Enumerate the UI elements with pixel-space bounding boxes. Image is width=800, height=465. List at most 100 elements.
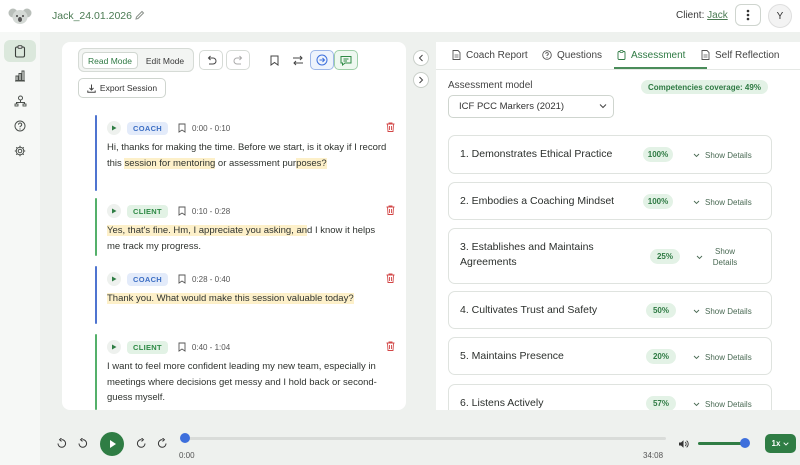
highlighted-text[interactable]: Yes, that's fine. Hm, I appreciate you a…	[107, 225, 308, 236]
show-details-label: Show Details	[705, 353, 752, 362]
highlighted-text[interactable]: session for mentoring	[124, 157, 216, 169]
show-details-label: Show Details	[705, 198, 752, 207]
chevron-down-icon	[696, 255, 703, 259]
segment-bookmark-icon[interactable]	[178, 123, 186, 133]
speaker-badge[interactable]: COACH	[127, 121, 168, 135]
tab-coach-report[interactable]: Coach Report	[452, 48, 528, 62]
speaker-badge[interactable]: COACH	[127, 272, 168, 286]
collapse-left-button[interactable]	[413, 50, 429, 66]
transcript-panel: Read Mode Edit Mode Export Session COACH…	[62, 42, 406, 410]
hierarchy-icon	[14, 95, 26, 107]
gear-icon	[14, 145, 26, 157]
sidebar-item-sessions[interactable]	[4, 40, 36, 62]
tab-self-reflection[interactable]: Self Reflection	[701, 48, 779, 62]
segment-bookmark-icon[interactable]	[178, 206, 186, 216]
rewind-5-button[interactable]	[77, 438, 88, 449]
ai-summary-button[interactable]	[310, 50, 334, 70]
play-button[interactable]	[100, 432, 124, 456]
speaker-badge[interactable]: CLIENT	[127, 340, 168, 354]
segment-text-part: I want to feel more confident leading my…	[107, 361, 377, 403]
show-details-button[interactable]: Show Details	[693, 150, 752, 161]
sidebar-item-analytics[interactable]	[4, 65, 36, 87]
export-session-label: Export Session	[99, 83, 158, 93]
volume-icon[interactable]	[678, 439, 689, 449]
progress-track[interactable]	[184, 437, 666, 440]
segment-play-button[interactable]	[107, 204, 121, 218]
redo-button[interactable]	[226, 50, 250, 70]
delete-segment-icon[interactable]	[386, 273, 395, 283]
tab-questions[interactable]: Questions	[542, 48, 602, 62]
segment-text[interactable]: I want to feel more confident leading my…	[107, 359, 387, 406]
segment-bookmark-icon[interactable]	[178, 342, 186, 352]
show-details-label: Show Details	[705, 307, 752, 316]
show-details-button[interactable]: Show Details	[693, 352, 752, 363]
tab-label: Coach Report	[466, 49, 528, 61]
competency-card[interactable]: 2. Embodies a Coaching Mindset 100% Show…	[448, 182, 772, 220]
assessment-model-select[interactable]: ICF PCC Markers (2021)	[448, 95, 614, 118]
export-session-button[interactable]: Export Session	[78, 78, 166, 98]
segment-play-button[interactable]	[107, 121, 121, 135]
clipboard-icon	[14, 44, 26, 58]
play-icon	[112, 125, 117, 131]
segment-play-button[interactable]	[107, 272, 121, 286]
user-avatar[interactable]: Y	[768, 4, 792, 28]
swap-speakers-button[interactable]	[286, 50, 310, 70]
edit-title-icon[interactable]	[135, 10, 145, 20]
competency-card[interactable]: 1. Demonstrates Ethical Practice 100% Sh…	[448, 135, 772, 174]
competency-card[interactable]: 5. Maintains Presence 20% Show Details	[448, 337, 772, 375]
highlighted-text[interactable]: Thank you. What would make this session …	[107, 293, 354, 304]
speaker-badge[interactable]: CLIENT	[127, 204, 168, 218]
volume-thumb[interactable]	[740, 438, 750, 448]
undo-button[interactable]	[199, 50, 223, 70]
client-link[interactable]: Jack	[707, 10, 728, 21]
sidebar-item-help[interactable]	[4, 115, 36, 137]
segment-text[interactable]: Thank you. What would make this session …	[107, 291, 387, 307]
session-title: Jack_24.01.2026	[52, 10, 132, 22]
show-details-button[interactable]: Show Details	[693, 399, 752, 410]
more-options-button[interactable]	[735, 4, 761, 26]
delete-segment-icon[interactable]	[386, 205, 395, 215]
show-details-button[interactable]: Show Details	[693, 306, 752, 317]
rewind-icon	[57, 438, 67, 448]
bookmark-button[interactable]	[262, 50, 286, 70]
highlighted-text[interactable]: poses?	[296, 157, 327, 169]
vertical-dots-icon	[746, 9, 750, 21]
forward-5-button[interactable]	[136, 438, 147, 449]
koala-logo-icon[interactable]	[8, 6, 32, 26]
comments-button[interactable]	[334, 50, 358, 70]
sidebar-item-clients[interactable]	[4, 90, 36, 112]
volume-track[interactable]	[698, 442, 744, 445]
tab-label: Self Reflection	[715, 49, 780, 61]
show-details-label: Show Details	[705, 151, 752, 160]
progress-thumb[interactable]	[180, 433, 190, 443]
competency-card[interactable]: 3. Establishes and Maintains Agreements …	[448, 228, 772, 284]
rewind-icon	[78, 438, 88, 448]
sidebar-item-settings[interactable]	[4, 140, 36, 162]
bar-chart-icon	[15, 70, 25, 82]
segment-play-button[interactable]	[107, 340, 121, 354]
competency-card[interactable]: 6. Listens Actively 57% Show Details	[448, 384, 772, 410]
chevron-down-icon	[693, 153, 700, 158]
rewind-10-button[interactable]	[56, 438, 67, 449]
show-details-button[interactable]: Show Details	[696, 246, 742, 268]
delete-segment-icon[interactable]	[386, 122, 395, 132]
forward-10-button[interactable]	[157, 438, 168, 449]
transcript-segment: COACH 0:00 - 0:10 Hi, thanks for making …	[95, 115, 395, 191]
tab-label: Questions	[557, 49, 603, 61]
read-mode-button[interactable]: Read Mode	[82, 52, 138, 69]
playback-speed-label: 1x	[771, 439, 781, 448]
tab-assessment[interactable]: Assessment	[617, 48, 685, 62]
mode-toggle: Read Mode Edit Mode	[78, 48, 194, 72]
segment-text[interactable]: Yes, that's fine. Hm, I appreciate you a…	[107, 223, 387, 254]
segment-text[interactable]: Hi, thanks for making the time. Before w…	[107, 140, 387, 171]
collapse-right-button[interactable]	[413, 72, 429, 88]
competency-card[interactable]: 4. Cultivates Trust and Safety 50% Show …	[448, 291, 772, 329]
show-details-button[interactable]: Show Details	[693, 197, 752, 208]
delete-segment-icon[interactable]	[386, 341, 395, 351]
playback-speed-button[interactable]: 1x	[765, 434, 796, 453]
assessment-model-value: ICF PCC Markers (2021)	[459, 101, 565, 112]
undo-icon	[207, 55, 216, 65]
edit-mode-button[interactable]: Edit Mode	[139, 52, 191, 69]
swap-icon	[293, 55, 303, 65]
segment-bookmark-icon[interactable]	[178, 274, 186, 284]
